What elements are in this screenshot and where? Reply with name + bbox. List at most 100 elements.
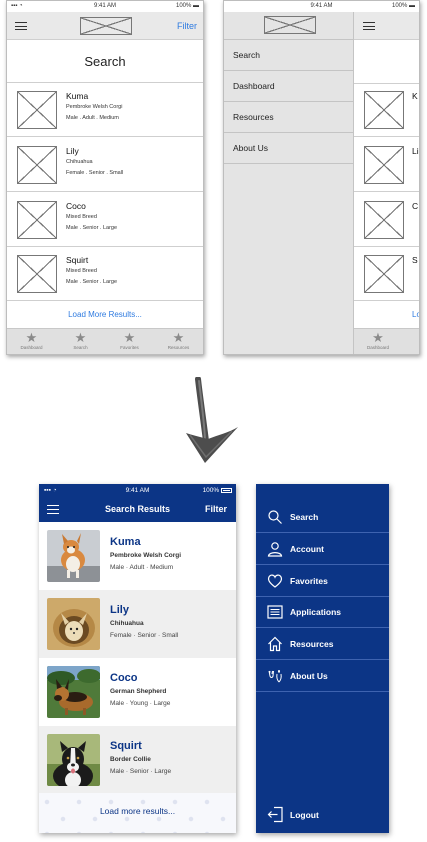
list-item[interactable]: Lily Chihuahua Female . Senior . Small <box>7 138 203 192</box>
status-bar: ▪▪▪ ◔ 9:41 AM 100% <box>39 484 236 497</box>
tab-favorites[interactable]: ★ Favorites <box>105 329 154 354</box>
account-icon <box>267 542 283 557</box>
pet-name-peek: S <box>412 255 418 265</box>
tab-resources[interactable]: ★ Resources <box>154 329 203 354</box>
list-item[interactable]: S <box>354 247 419 301</box>
star-icon: ★ <box>74 330 87 345</box>
list-item[interactable]: Coco German Shepherd Male · Young · Larg… <box>39 658 236 726</box>
search-icon <box>268 510 282 524</box>
menu-item-resources[interactable]: Resources <box>256 629 389 660</box>
menu-item-about-us[interactable]: About Us <box>256 661 389 692</box>
status-bar: ▪▪▪ ◔ 9:41 AM 100% ▬ <box>7 1 203 12</box>
list-item[interactable]: Coco Mixed Breed Male . Senior . Large <box>7 193 203 247</box>
status-time: 9:41 AM <box>310 3 333 9</box>
image-placeholder <box>364 201 404 239</box>
pet-details: Male · Senior · Large <box>110 768 172 775</box>
hamburger-menu-icon[interactable] <box>363 22 375 30</box>
pet-name-peek: K <box>412 91 418 101</box>
menu-item-search[interactable]: Search <box>224 40 353 71</box>
tab-bar: ★ Dashboard ★ Search ★ Favorites ★ Resources <box>7 328 203 354</box>
list-item[interactable]: C <box>354 193 419 247</box>
star-icon: ★ <box>25 330 38 345</box>
menu-item-about-us[interactable]: About Us <box>224 133 353 164</box>
pet-breed: Mixed Breed <box>66 214 97 220</box>
tab-dashboard[interactable]: ★ Dashboard <box>7 329 56 354</box>
filter-button[interactable]: Filter <box>177 21 197 31</box>
load-more-button[interactable]: Load more results... <box>39 793 236 833</box>
border-collie-photo <box>47 734 100 786</box>
pet-breed: Mixed Breed <box>66 268 97 274</box>
menu-item-account[interactable]: Account <box>256 534 389 565</box>
pet-breed: Pembroke Welsh Corgi <box>66 104 123 110</box>
page-title: Search <box>7 41 203 83</box>
pet-name: Coco <box>110 672 138 684</box>
menu-item-label: Search <box>290 512 319 522</box>
pet-details: Male · Young · Large <box>110 700 171 707</box>
pet-name: Lily <box>110 604 129 616</box>
wireframe-search-screen: ▪▪▪ ◔ 9:41 AM 100% ▬ Filter Search Kuma … <box>6 0 204 355</box>
list-item[interactable]: Squirt Border Collie Male · Senior · Lar… <box>39 726 236 794</box>
pet-name: Squirt <box>110 740 142 752</box>
nav-bar: Filter <box>7 12 203 40</box>
list-item[interactable]: Kuma Pembroke Welsh Corgi Male . Adult .… <box>7 83 203 137</box>
pet-breed: Border Collie <box>110 756 151 763</box>
logo-placeholder <box>264 16 316 34</box>
image-placeholder <box>364 146 404 184</box>
pet-details: Female . Senior . Small <box>66 170 124 176</box>
battery-percent: 100% <box>202 487 220 494</box>
tab-label: Dashboard <box>366 345 389 350</box>
german-shepherd-photo <box>47 666 100 718</box>
load-more-link[interactable]: Lo <box>354 302 419 328</box>
logo-placeholder <box>80 17 132 35</box>
pet-breed: Chihuahua <box>110 620 144 627</box>
load-more-link[interactable]: Load More Results... <box>7 302 203 328</box>
menu-item-search[interactable]: Search <box>256 502 389 533</box>
star-icon: ★ <box>172 330 185 345</box>
pet-name-peek: Li <box>412 146 419 156</box>
image-placeholder <box>17 201 57 239</box>
star-icon: ★ <box>123 330 136 345</box>
status-time: 9:41 AM <box>93 3 116 9</box>
menu-item-resources[interactable]: Resources <box>224 102 353 133</box>
logout-label: Logout <box>290 810 319 820</box>
tab-label: Search <box>73 345 88 350</box>
menu-item-dashboard[interactable]: Dashboard <box>224 71 353 102</box>
pet-details: Female · Senior · Small <box>110 632 179 639</box>
tab-search[interactable]: ★ Search <box>56 329 105 354</box>
list-item[interactable]: Lily Chihuahua Female · Senior · Small <box>39 590 236 658</box>
list-item[interactable]: Kuma Pembroke Welsh Corgi Male · Adult ·… <box>39 522 236 590</box>
pet-details: Male . Adult . Medium <box>66 115 119 121</box>
heart-icon <box>267 574 283 588</box>
logout-button[interactable]: Logout <box>256 804 389 828</box>
image-placeholder <box>17 255 57 293</box>
pet-name: Kuma <box>66 91 89 101</box>
battery-icon <box>221 488 232 493</box>
menu-header <box>224 12 353 40</box>
hifi-side-menu: Search Account Favorites Applications Re… <box>256 484 389 833</box>
list-item[interactable]: K <box>354 83 419 137</box>
list-item[interactable]: Squirt Mixed Breed Male . Senior . Large <box>7 247 203 301</box>
chihuahua-photo <box>47 598 100 650</box>
corgi-photo <box>47 530 100 582</box>
menu-item-favorites[interactable]: Favorites <box>256 566 389 597</box>
hamburger-menu-icon[interactable] <box>15 22 27 30</box>
tab-dashboard[interactable]: ★ Dashboard <box>355 329 401 354</box>
filter-button[interactable]: Filter <box>205 504 227 514</box>
pets-icon <box>268 670 282 683</box>
battery-indicator: 100% ▬ <box>391 3 415 9</box>
tab-label: Dashboard <box>20 345 43 350</box>
menu-item-applications[interactable]: Applications <box>256 597 389 628</box>
image-placeholder <box>364 255 404 293</box>
menu-item-label: Applications <box>290 607 342 617</box>
list-item[interactable]: Li <box>354 138 419 192</box>
pet-details: Male . Senior . Large <box>66 225 118 231</box>
nav-bar: Search Results Filter <box>39 497 236 522</box>
battery-indicator: 100% ▬ <box>175 3 199 9</box>
pet-details: Male · Adult · Medium <box>110 564 174 571</box>
home-icon <box>268 636 282 652</box>
image-placeholder <box>17 91 57 129</box>
menu-item-label: Resources <box>290 639 334 649</box>
applications-icon <box>267 605 283 619</box>
pet-name: Coco <box>66 201 86 211</box>
pet-breed: German Shepherd <box>110 688 167 695</box>
